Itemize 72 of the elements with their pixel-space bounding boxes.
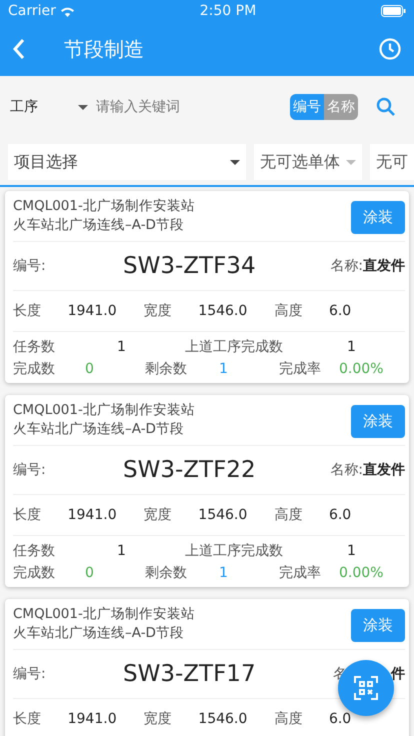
stat-value: 0.00% [339,565,384,581]
code-label: 编号: [13,665,47,683]
stat-label: 完成数 [13,564,56,582]
section-name: 火车站北广场连线–A-D节段 [13,216,185,235]
stat-value: 1 [117,339,127,355]
code-label: 编号: [13,257,47,275]
process-label[interactable]: 工序 [10,98,70,116]
qr-scan-icon [354,676,378,700]
dimension-label: 长度 [13,302,42,320]
dimension-value: 1941.0 [68,711,118,727]
segment-card[interactable]: CMQL001-北广场制作安装站 火车站北广场连线–A-D节段 涂装 编号: SW3-ZTF22 名称:直发件 长度 1941.0 宽度 1546.0 高度 6.0 任务数 1 上道工序完成数 1 完成数 0 剩余数 1 完成率 0.00% [5,395,409,587]
segment-code: SW3-ZTF34 [123,253,257,279]
segment-code: SW3-ZTF22 [123,457,257,483]
wifi-icon [60,6,75,16]
stat-label: 完成率 [279,360,322,378]
carrier-label: Carrier [8,3,56,19]
dimension-value: 1546.0 [198,507,248,523]
stat-label: 任务数 [13,542,56,560]
battery-icon [381,5,406,17]
dimension-label: 长度 [13,506,42,524]
dropdown[interactable]: 项目选择 [8,144,246,180]
section-name: 火车站北广场连线–A-D节段 [13,624,185,643]
stat-value: 0 [85,361,95,377]
dimension-label: 高度 [274,302,304,320]
section-name: 火车站北广场连线–A-D节段 [13,420,185,439]
dimension-label: 高度 [274,506,304,524]
stat-label: 完成率 [279,564,322,582]
segment-name: 直发件 [363,257,405,275]
dimension-value: 6.0 [328,507,352,523]
project-name: CMQL001-北广场制作安装站 [13,197,195,216]
stat-label: 完成数 [13,360,56,378]
clock-icon[interactable] [378,37,402,61]
project-name: CMQL001-北广场制作安装站 [13,605,195,624]
stat-value: 0.00% [339,361,384,377]
dimension-value: 1546.0 [198,303,248,319]
stat-label: 剩余数 [145,564,188,582]
dropdown-caret-icon[interactable] [78,104,88,110]
dimension-label: 长度 [13,710,42,728]
segment-code: SW3-ZTF17 [123,661,257,687]
search-icon[interactable] [376,97,396,117]
page-title: 节段制造 [64,36,145,62]
dropdown-caret-icon [346,160,356,164]
segment-name: 直发件 [363,461,405,479]
name-label: 名称: [330,461,363,479]
name-label: 名称: [330,257,363,275]
stat-label: 上道工序完成数 [185,542,284,560]
dimension-label: 宽度 [144,506,173,524]
dimension-value: 6.0 [328,303,352,319]
stat-value: 1 [219,361,229,377]
stat-label: 上道工序完成数 [185,338,284,356]
dimension-value: 1941.0 [68,303,118,319]
stat-value: 1 [347,543,357,559]
dropdown-caret-icon [230,160,240,164]
segment-card[interactable]: CMQL001-北广场制作安装站 火车站北广场连线–A-D节段 涂装 编号: SW3-ZTF34 名称:直发件 长度 1941.0 宽度 1546.0 高度 6.0 任务数 1 上道工序完成数 1 完成数 0 剩余数 1 完成率 0.00% [5,191,409,383]
stat-value: 1 [117,543,127,559]
project-name: CMQL001-北广场制作安装站 [13,401,195,420]
stat-label: 剩余数 [145,360,188,378]
dimension-value: 6.0 [328,711,352,727]
dimension-label: 高度 [274,710,304,728]
segment-name: 件 [391,665,405,683]
stat-value: 1 [219,565,229,581]
code-label: 编号: [13,461,47,479]
dimension-label: 宽度 [144,302,173,320]
dimension-value: 1546.0 [198,711,248,727]
dimension-label: 宽度 [144,710,173,728]
status-time: 2:50 PM [200,3,256,19]
stat-label: 任务数 [13,338,56,356]
stat-value: 1 [347,339,357,355]
back-icon[interactable] [12,38,26,60]
keyword-field[interactable]: 请输入关键词 [96,99,282,115]
stat-value: 0 [85,565,95,581]
dimension-value: 1941.0 [68,507,118,523]
